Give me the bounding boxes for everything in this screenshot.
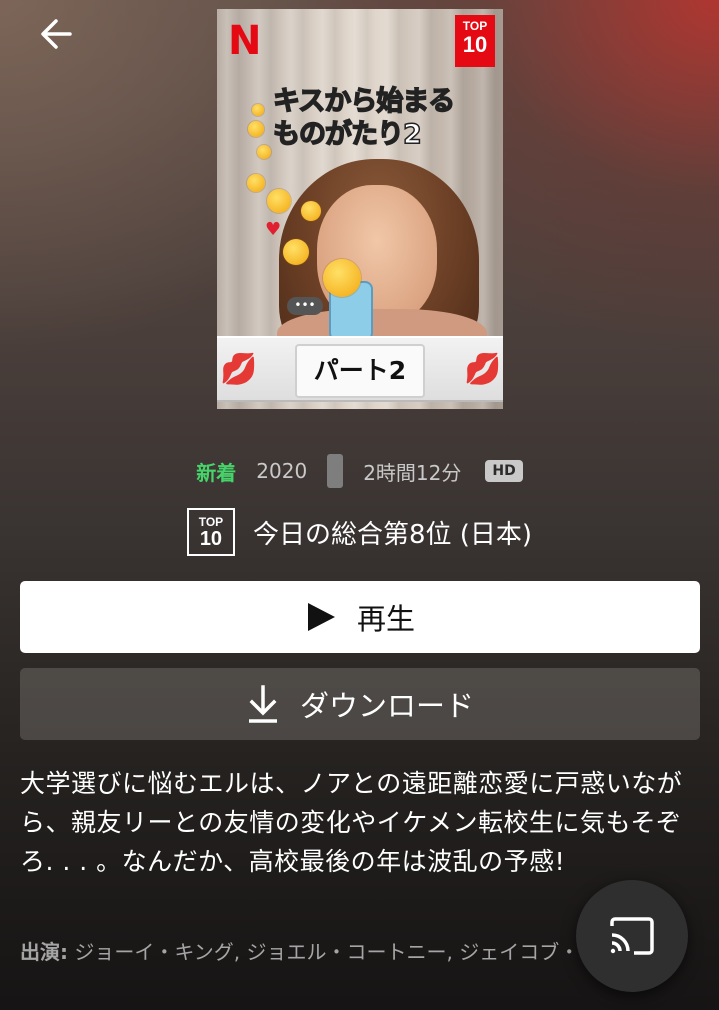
poster-title: キスから始まる ものがたり2 [272,85,456,151]
poster-ticket-band: 💋 パート2 💋 [217,336,503,402]
download-icon [248,685,277,723]
title-poster: ••• ♥ N TOP 10 キスから始まる ものがたり2 💋 パート2 💋 [217,9,503,409]
release-year: 2020 [256,459,308,483]
heart-icon: ♥ [265,219,282,240]
top10-icon: TOP 10 [186,508,235,556]
cast-label: 出演: [20,940,68,964]
rank-text: 今日の総合第8位 (日本) [252,519,533,550]
top10-badge: TOP 10 [455,15,495,67]
play-button-label: 再生 [356,602,415,636]
emoji-icon [247,174,265,192]
play-button[interactable]: 再生 [20,581,700,653]
synopsis: 大学選びに悩むエルは、ノアとの遠距離恋愛に戸惑いながら、親友リーとの友情の変化や… [20,769,683,876]
download-button-label: ダウンロード [299,689,474,723]
emoji-icon [323,259,361,297]
back-button[interactable] [36,14,76,54]
cast-button[interactable] [576,880,688,992]
emoji-icon [248,121,264,137]
download-button[interactable]: ダウンロード [20,668,700,740]
top10-badge-number: 10 [462,32,488,57]
top10-badge-top: TOP [462,19,488,33]
emoji-icon [267,189,291,213]
maturity-rating-badge [327,454,344,488]
emoji-icon [252,104,264,116]
hd-badge: HD [485,460,523,482]
netflix-logo: N [228,18,262,64]
emoji-icon [257,145,271,159]
arrow-left-icon [41,19,72,49]
runtime: 2時間12分 [363,460,462,485]
emoji-icon [283,239,309,265]
top10-rank: TOP 10 今日の総合第8位 (日本) [0,508,719,556]
new-badge: 新着 [196,460,237,485]
top10-icon-number: 10 [199,527,223,550]
title-meta-row: 新着 2020 2時間12分 HD [0,454,719,488]
lips-icon: 💋 [464,352,502,387]
part-label: パート2 [295,344,425,398]
lips-icon: 💋 [220,352,258,387]
emoji-icon [301,201,321,221]
cast-icon [610,917,654,955]
top10-icon-top: TOP [198,514,224,529]
typing-bubble: ••• [287,297,323,315]
play-icon [307,603,335,631]
